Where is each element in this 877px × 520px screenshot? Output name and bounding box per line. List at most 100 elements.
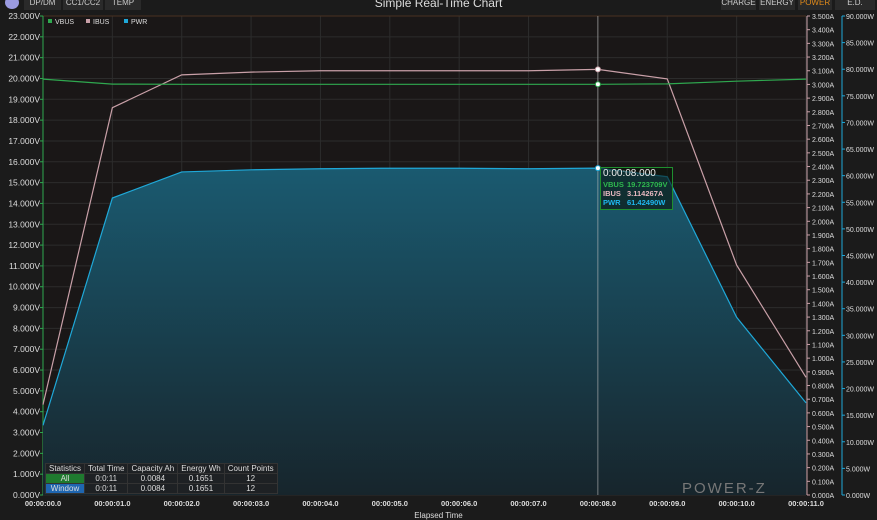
y-tick-label-ibus: 2.800A bbox=[812, 110, 835, 117]
y-tick-label-ibus: 1.200A bbox=[812, 329, 835, 336]
y-tick-label-vbus: 8.000V bbox=[13, 323, 40, 333]
y-tick-label-vbus: 2.000V bbox=[13, 448, 40, 458]
y-tick-label-vbus: 12.000V bbox=[8, 240, 40, 250]
legend-label-pwr: PWR bbox=[131, 19, 147, 26]
tooltip-ibus: 3.114267A bbox=[627, 189, 663, 198]
y-tick-label-ibus: 0.900A bbox=[812, 370, 835, 377]
y-tick-label-ibus: 0.600A bbox=[812, 411, 835, 418]
y-tick-label-ibus: 2.000A bbox=[812, 219, 835, 226]
y-tick-label-vbus: 11.000V bbox=[9, 261, 40, 271]
y-tick-label-pwr: 90.000W bbox=[846, 14, 874, 21]
y-tick-label-ibus: 2.500A bbox=[812, 151, 835, 158]
y-tick-label-vbus: 23.000V bbox=[8, 11, 40, 21]
x-tick-label: 00:00:00.0 bbox=[25, 499, 61, 508]
stats-header: Statistics bbox=[46, 464, 85, 474]
y-tick-label-ibus: 1.000A bbox=[812, 356, 835, 363]
tooltip-vbus: 19.723709V bbox=[627, 180, 667, 189]
y-tick-label-vbus: 4.000V bbox=[13, 407, 40, 417]
y-tick-label-vbus: 19.000V bbox=[8, 94, 40, 104]
y-tick-label-ibus: 2.600A bbox=[812, 137, 835, 144]
stats-cell: 0.0084 bbox=[128, 484, 178, 494]
y-tick-label-pwr: 50.000W bbox=[846, 227, 874, 234]
y-tick-label-pwr: 75.000W bbox=[846, 94, 874, 101]
y-tick-label-vbus: 20.000V bbox=[8, 73, 40, 83]
y-tick-label-vbus: 3.000V bbox=[13, 428, 40, 438]
x-tick-label: 00:00:08.0 bbox=[580, 499, 616, 508]
y-tick-label-vbus: 16.000V bbox=[8, 157, 40, 167]
y-tick-label-vbus: 9.000V bbox=[13, 303, 40, 313]
stats-all-button[interactable]: All bbox=[46, 474, 85, 484]
y-tick-label-vbus: 21.000V bbox=[8, 53, 40, 63]
x-tick-label: 00:00:05.0 bbox=[372, 499, 408, 508]
tooltip-time: 0:00:08.000 bbox=[603, 168, 672, 180]
y-tick-label-pwr: 30.000W bbox=[846, 333, 874, 340]
stats-window-button[interactable]: Window bbox=[46, 484, 85, 494]
y-tick-label-pwr: 40.000W bbox=[846, 280, 874, 287]
y-tick-label-vbus: 18.000V bbox=[8, 115, 40, 125]
y-tick-label-pwr: 15.000W bbox=[846, 413, 874, 420]
y-tick-label-ibus: 2.900A bbox=[812, 96, 835, 103]
y-tick-label-pwr: 25.000W bbox=[846, 360, 874, 367]
stats-row-window: Window 0:0:11 0.0084 0.1651 12 bbox=[46, 484, 278, 494]
y-tick-label-ibus: 3.500A bbox=[812, 14, 835, 21]
stats-cell: 12 bbox=[224, 474, 277, 484]
stats-header: Count Points bbox=[224, 464, 277, 474]
legend-label-ibus: IBUS bbox=[93, 19, 110, 26]
y-tick-label-ibus: 0.000A bbox=[812, 493, 835, 500]
y-tick-label-ibus: 0.700A bbox=[812, 397, 835, 404]
stats-cell: 0.0084 bbox=[128, 474, 178, 484]
x-tick-label: 00:00:07.0 bbox=[510, 499, 546, 508]
y-tick-label-vbus: 13.000V bbox=[8, 219, 40, 229]
stats-cell: 0:0:11 bbox=[85, 484, 128, 494]
x-axis-label: Elapsed Time bbox=[0, 511, 877, 520]
y-tick-label-pwr: 85.000W bbox=[846, 41, 874, 48]
y-tick-label-vbus: 15.000V bbox=[8, 178, 40, 188]
y-tick-label-ibus: 2.400A bbox=[812, 165, 835, 172]
y-tick-label-ibus: 1.500A bbox=[812, 288, 835, 295]
y-tick-label-ibus: 1.400A bbox=[812, 301, 835, 308]
x-tick-label: 00:00:06.0 bbox=[441, 499, 477, 508]
stats-header-row: Statistics Total Time Capacity Ah Energy… bbox=[46, 464, 278, 474]
stats-cell: 0.1651 bbox=[178, 484, 225, 494]
tooltip-vbus-label: VBUS bbox=[603, 180, 627, 189]
y-tick-label-pwr: 20.000W bbox=[846, 387, 874, 394]
y-tick-label-vbus: 5.000V bbox=[13, 386, 40, 396]
y-tick-label-ibus: 0.100A bbox=[812, 479, 835, 486]
y-tick-label-pwr: 5.000W bbox=[846, 466, 871, 473]
y-tick-label-ibus: 3.000A bbox=[812, 82, 835, 89]
tooltip-ibus-label: IBUS bbox=[603, 189, 627, 198]
y-tick-label-ibus: 0.500A bbox=[812, 425, 835, 432]
y-tick-label-ibus: 3.300A bbox=[812, 41, 835, 48]
y-tick-label-pwr: 80.000W bbox=[846, 67, 874, 74]
y-tick-label-vbus: 1.000V bbox=[13, 469, 40, 479]
y-tick-label-ibus: 3.100A bbox=[812, 69, 835, 76]
stats-cell: 12 bbox=[224, 484, 277, 494]
y-tick-label-vbus: 17.000V bbox=[8, 136, 40, 146]
y-tick-label-ibus: 2.700A bbox=[812, 123, 835, 130]
y-tick-label-pwr: 70.000W bbox=[846, 120, 874, 127]
y-tick-label-vbus: 22.000V bbox=[8, 32, 40, 42]
x-tick-label: 00:00:11.0 bbox=[788, 499, 824, 508]
power-z-watermark: POWER-Z bbox=[682, 480, 767, 497]
y-tick-label-ibus: 3.400A bbox=[812, 28, 835, 35]
y-tick-label-ibus: 1.700A bbox=[812, 260, 835, 267]
y-tick-label-vbus: 14.000V bbox=[8, 198, 40, 208]
legend-swatch-vbus bbox=[48, 19, 52, 23]
stats-header: Capacity Ah bbox=[128, 464, 178, 474]
stats-cell: 0:0:11 bbox=[85, 474, 128, 484]
y-tick-label-ibus: 1.800A bbox=[812, 247, 835, 254]
stats-header: Total Time bbox=[85, 464, 128, 474]
y-tick-label-ibus: 2.100A bbox=[812, 206, 835, 213]
tooltip-pwr-label: PWR bbox=[603, 198, 627, 207]
chart[interactable]: 0.000V1.000V2.000V3.000V4.000V5.000V6.00… bbox=[0, 0, 877, 518]
y-tick-label-ibus: 0.200A bbox=[812, 466, 835, 473]
statistics-table: Statistics Total Time Capacity Ah Energy… bbox=[45, 463, 278, 494]
y-tick-label-ibus: 1.300A bbox=[812, 315, 835, 322]
legend-swatch-ibus bbox=[86, 19, 90, 23]
y-tick-label-ibus: 1.600A bbox=[812, 274, 835, 281]
y-tick-label-ibus: 3.200A bbox=[812, 55, 835, 62]
y-tick-label-pwr: 0.000W bbox=[846, 493, 871, 500]
x-tick-label: 00:00:04.0 bbox=[302, 499, 338, 508]
y-tick-label-pwr: 45.000W bbox=[846, 254, 874, 261]
y-tick-label-ibus: 2.200A bbox=[812, 192, 835, 199]
